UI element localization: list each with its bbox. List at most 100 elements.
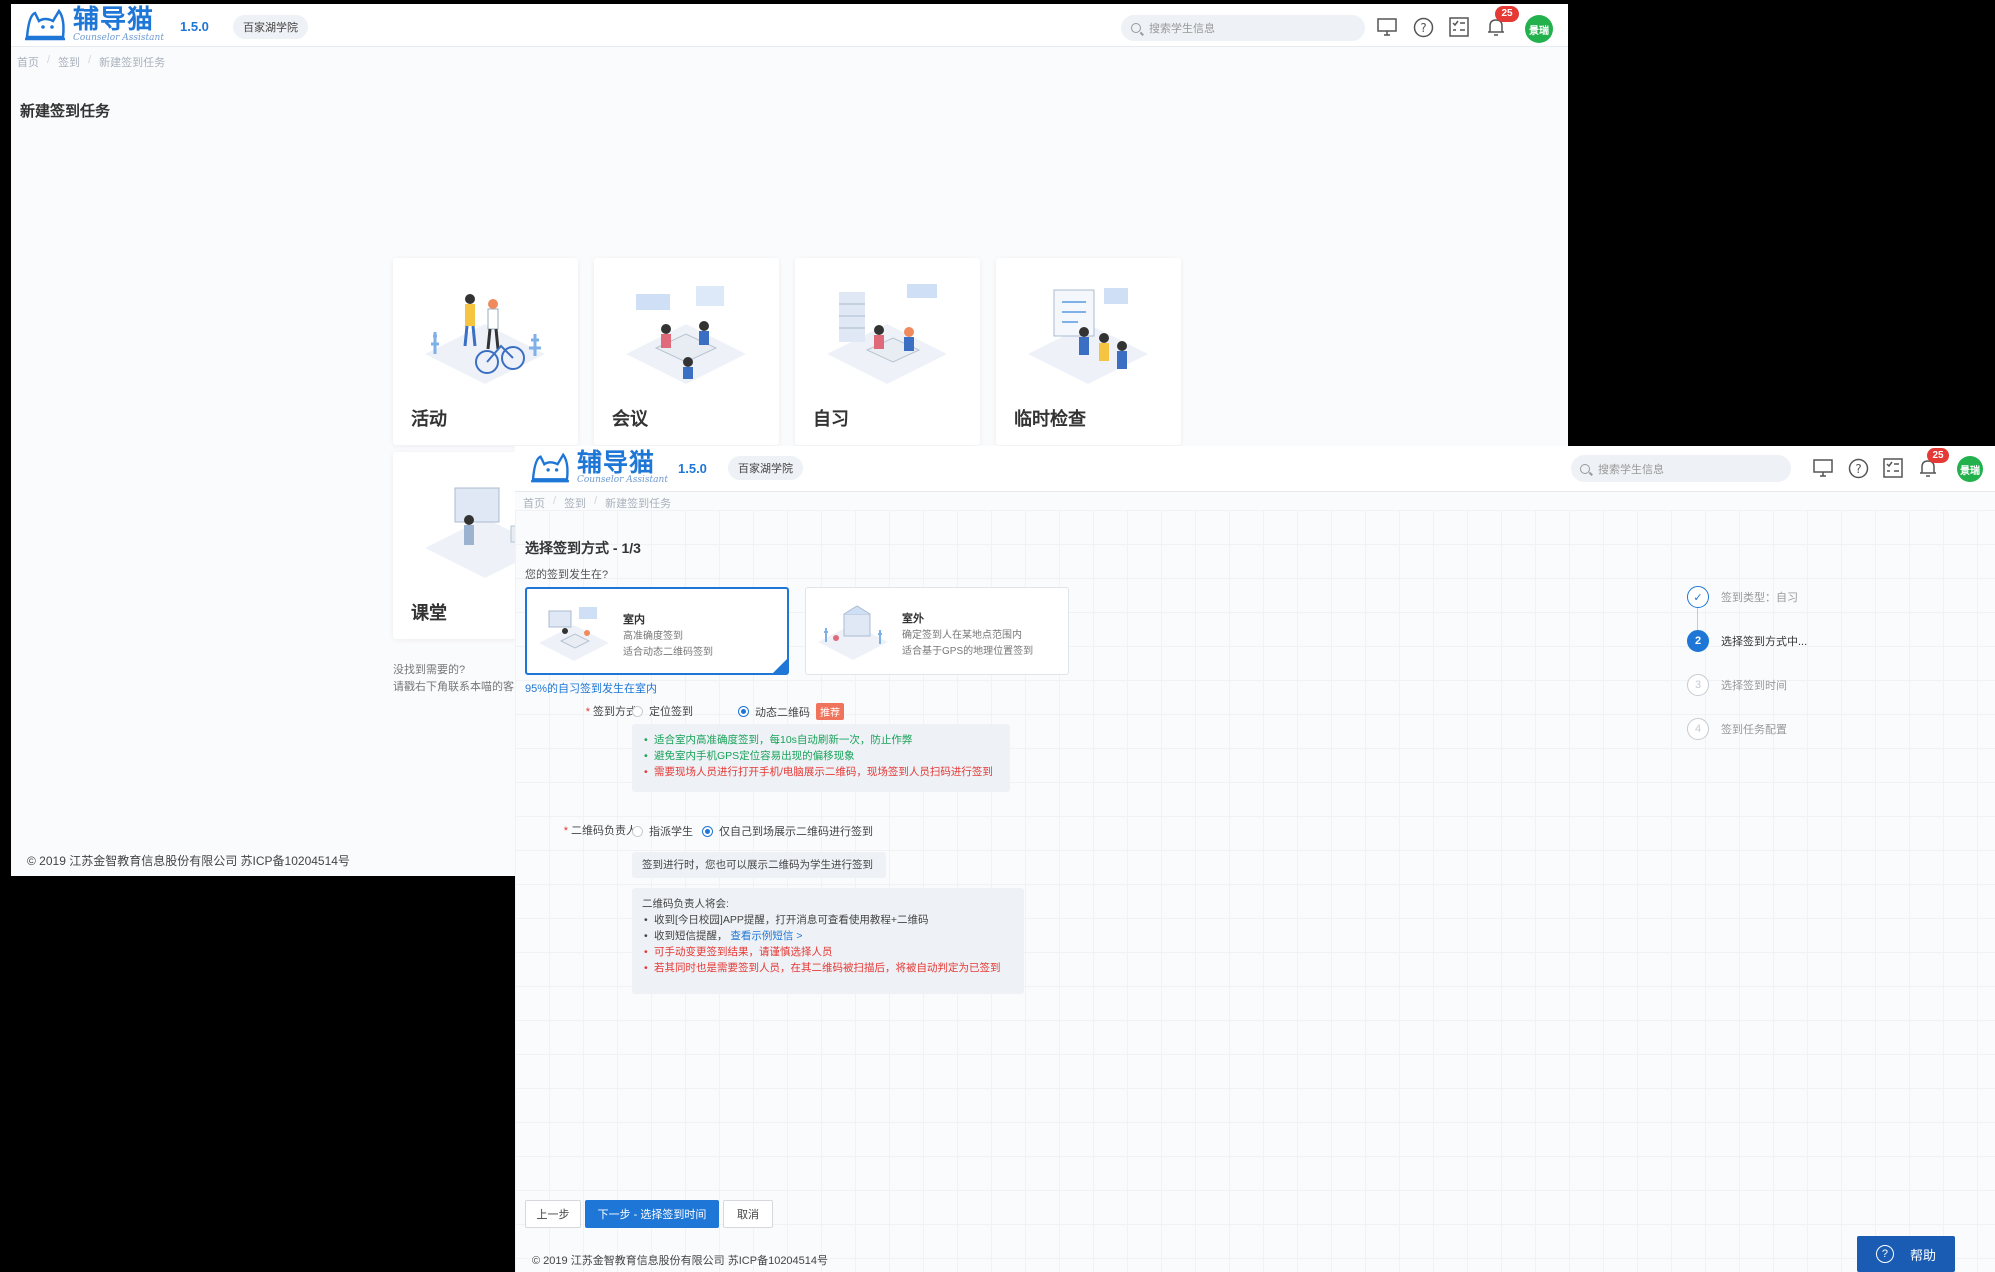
duty-item: 收到短信提醒， 查看示例短信 > <box>642 928 1014 944</box>
task-list-icon[interactable] <box>1448 16 1470 38</box>
card-label: 会议 <box>612 409 648 429</box>
breadcrumb-signin[interactable]: 签到 <box>58 54 80 70</box>
qr-owner-hint: 签到进行时，您也可以展示二维码为学生进行签到 <box>632 852 886 878</box>
mode-desc: 适合动态二维码签到 <box>623 647 713 658</box>
radio-label: 仅自己到场展示二维码进行签到 <box>719 826 873 838</box>
step-signin-type: ✓ 签到类型：自习 <box>1687 586 1798 608</box>
duty-item: 可手动变更签到结果，请谨慎选择人员 <box>642 944 1014 960</box>
card-self-study[interactable]: 自习 <box>795 258 980 445</box>
help-circle-icon[interactable]: ? <box>1847 457 1869 479</box>
breadcrumb-home[interactable]: 首页 <box>523 495 545 511</box>
cat-logo-icon <box>529 451 571 485</box>
step-task-config: 4 签到任务配置 <box>1687 718 1787 740</box>
search-input[interactable]: 搜索学生信息 <box>1571 455 1791 482</box>
next-step-button[interactable]: 下一步 - 选择签到时间 <box>585 1200 719 1228</box>
search-input[interactable]: 搜索学生信息 <box>1121 15 1365 41</box>
selected-check-icon <box>773 659 787 673</box>
monitor-icon[interactable] <box>1376 17 1398 37</box>
mode-card-outdoor[interactable]: 室外 确定签到人在某地点范围内 适合基于GPS的地理位置签到 <box>805 587 1069 675</box>
search-icon <box>1580 463 1590 474</box>
college-switch[interactable]: 百家湖学院 <box>233 15 308 39</box>
top-navigation-bar: 辅导猫 Counselor Assistant 1.5.0 百家湖学院 搜索学生… <box>515 446 1995 492</box>
page-title: 新建签到任务 <box>20 103 111 120</box>
cat-logo-icon <box>23 7 67 43</box>
svg-text:?: ? <box>1855 462 1861 476</box>
activity-illustration-icon <box>425 294 545 384</box>
svg-text:?: ? <box>1420 21 1426 35</box>
prev-step-button[interactable]: 上一步 <box>525 1200 581 1228</box>
radio-label: 指派学生 <box>649 826 693 838</box>
breadcrumb-home[interactable]: 首页 <box>17 54 39 70</box>
user-avatar[interactable]: 景瑞 <box>1525 15 1553 43</box>
card-label: 活动 <box>411 409 447 429</box>
radio-dynamic-qrcode[interactable]: 动态二维码 推荐 <box>738 703 844 720</box>
signin-method-label: * 签到方式 <box>585 706 637 718</box>
location-question: 您的签到发生在? <box>525 569 609 581</box>
monitor-icon[interactable] <box>1812 458 1834 478</box>
help-button-label: 帮助 <box>1909 1247 1936 1263</box>
tip-item: 避免室内手机GPS定位容易出现的偏移现象 <box>642 748 1000 764</box>
duty-item: 若其同时也是需要签到人员，在其二维码被扫描后，将被自动判定为已签到 <box>642 960 1014 976</box>
top-navigation-bar: 辅导猫 Counselor Assistant 1.5.0 百家湖学院 搜索学生… <box>11 4 1568 47</box>
radio-label: 定位签到 <box>649 706 693 718</box>
qr-owner-label: * 二维码负责人 <box>563 825 637 837</box>
radio-circle-icon <box>632 825 643 837</box>
version-label: 1.5.0 <box>180 19 209 34</box>
help-button[interactable]: ? 帮助 <box>1857 1236 1955 1272</box>
breadcrumb-current: 新建签到任务 <box>99 57 166 69</box>
footer-copyright: © 2019 江苏金智教育信息股份有限公司 苏ICP备10204514号 <box>27 854 350 868</box>
mode-title: 室外 <box>902 613 924 625</box>
card-meeting[interactable]: 会议 <box>594 258 779 445</box>
self-study-illustration-icon <box>827 284 947 384</box>
user-avatar[interactable]: 景瑞 <box>1957 456 1983 482</box>
question-icon: ? <box>1875 1245 1894 1263</box>
mode-card-indoor[interactable]: 室内 高准确度签到 适合动态二维码签到 <box>525 587 789 675</box>
notification-badge: 25 <box>1927 448 1949 463</box>
card-label: 自习 <box>813 409 849 429</box>
radio-circle-icon <box>632 705 643 717</box>
mode-title: 室内 <box>623 614 645 626</box>
logo-name: 辅导猫 <box>73 5 155 35</box>
radio-assign-student[interactable]: 指派学生 <box>632 823 693 839</box>
mode-desc: 确定签到人在某地点范围内 <box>902 630 1022 641</box>
recommend-tag: 推荐 <box>816 703 844 720</box>
search-icon <box>1131 23 1141 33</box>
indoor-stat-note: 95%的自习签到发生在室内 <box>525 683 658 695</box>
view-sample-sms-link[interactable]: 查看示例短信 > <box>730 930 802 942</box>
duty-title: 二维码负责人将会: <box>642 898 729 910</box>
help-line: 没找到需要的? <box>393 664 466 676</box>
step-connector <box>1697 608 1698 630</box>
breadcrumb-signin[interactable]: 签到 <box>564 495 586 511</box>
task-list-icon[interactable] <box>1882 457 1904 479</box>
card-label: 临时检查 <box>1014 409 1086 429</box>
college-switch[interactable]: 百家湖学院 <box>728 456 803 480</box>
logo-name: 辅导猫 <box>577 448 656 477</box>
version-label: 1.5.0 <box>678 461 707 476</box>
radio-circle-icon <box>738 706 749 717</box>
help-text: 没找到需要的? 请戳右下角联系本喵的客 <box>393 662 514 696</box>
cancel-button[interactable]: 取消 <box>723 1200 773 1228</box>
qr-owner-duty-box: 二维码负责人将会: 收到[今日校园]APP提醒，打开消息可查看使用教程+二维码 … <box>632 888 1024 994</box>
step-label: 选择签到时间 <box>1721 680 1787 692</box>
step-signin-method: 2 选择签到方式中... <box>1687 630 1807 652</box>
breadcrumb: 首页 / 签到 / 新建签到任务 <box>17 54 166 70</box>
breadcrumb: 首页 / 签到 / 新建签到任务 <box>523 495 672 511</box>
app-logo[interactable]: 辅导猫 Counselor Assistant <box>23 7 164 43</box>
step-number: 4 <box>1687 718 1709 740</box>
radio-location-signin[interactable]: 定位签到 <box>632 703 693 719</box>
duty-item: 收到[今日校园]APP提醒，打开消息可查看使用教程+二维码 <box>642 912 1014 928</box>
breadcrumb-current: 新建签到任务 <box>605 498 672 510</box>
help-circle-icon[interactable]: ? <box>1412 16 1434 38</box>
outdoor-illustration-icon <box>818 605 888 660</box>
signin-method-window: 辅导猫 Counselor Assistant 1.5.0 百家湖学院 搜索学生… <box>515 446 1995 1272</box>
logo-subtitle: Counselor Assistant <box>73 33 164 43</box>
temporary-check-illustration-icon <box>1028 288 1148 384</box>
step-label: 选择签到方式中... <box>1721 636 1808 648</box>
footer-copyright: © 2019 江苏金智教育信息股份有限公司 苏ICP备10204514号 <box>532 1255 829 1267</box>
mode-desc: 高准确度签到 <box>623 631 683 642</box>
step-label: 签到类型：自习 <box>1721 592 1798 604</box>
app-logo[interactable]: 辅导猫 Counselor Assistant <box>529 450 668 485</box>
card-temporary-check[interactable]: 临时检查 <box>996 258 1181 445</box>
radio-self-show-qrcode[interactable]: 仅自己到场展示二维码进行签到 <box>702 823 873 839</box>
card-activity[interactable]: 活动 <box>393 258 578 445</box>
